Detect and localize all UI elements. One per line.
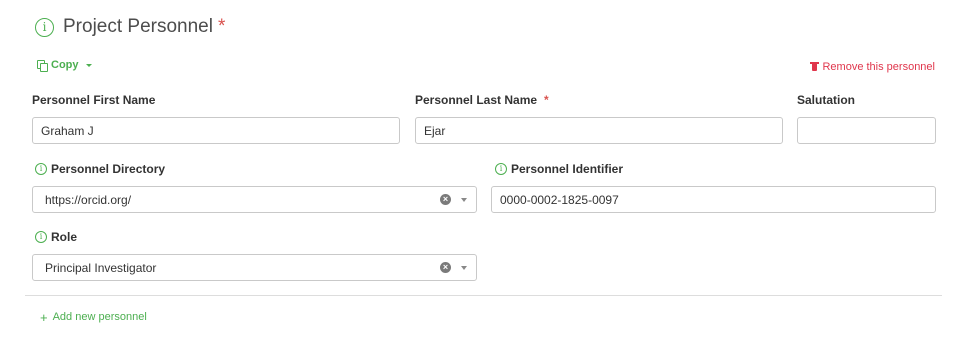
identifier-value: 0000-0002-1825-0097 [500,192,619,207]
last-name-value: Ejar [424,123,446,138]
required-marker: * [544,93,549,107]
role-label: i Role [35,229,77,245]
role-label-text: Role [51,230,78,244]
divider [25,295,942,296]
directory-label-text: Personnel Directory [51,162,166,176]
first-name-field[interactable]: Graham J [32,117,400,144]
salutation-label: Salutation [797,92,855,108]
copy-label: Copy [51,59,79,71]
clear-icon[interactable]: × [440,194,451,205]
role-select[interactable]: Principal Investigator × [32,254,477,281]
last-name-label-text: Personnel Last Name [415,93,538,107]
info-icon[interactable]: i [35,17,54,37]
required-marker: * [217,16,226,37]
role-value: Principal Investigator [45,260,157,275]
remove-personnel-button[interactable]: Remove this personnel [810,60,935,73]
identifier-field[interactable]: 0000-0002-1825-0097 [491,186,936,213]
plus-icon: + [40,309,48,325]
directory-value: https://orcid.org/ [45,192,132,207]
identifier-label: i Personnel Identifier [495,161,623,177]
first-name-value: Graham J [41,123,94,138]
salutation-label-text: Salutation [797,93,856,107]
directory-label: i Personnel Directory [35,161,165,177]
info-icon[interactable]: i [35,163,47,175]
remove-personnel-label: Remove this personnel [822,60,935,73]
first-name-label: Personnel First Name [32,92,155,108]
info-icon[interactable]: i [495,163,507,175]
last-name-label: Personnel Last Name * [415,92,549,108]
clear-icon[interactable]: × [440,262,451,273]
chevron-down-icon[interactable] [461,197,467,202]
copy-icon [37,59,48,72]
add-personnel-button[interactable]: + Add new personnel [40,310,147,324]
info-icon[interactable]: i [35,231,47,243]
section-header: i Project Personnel * [35,15,225,39]
trash-icon [810,62,820,71]
section-title: Project Personnel [63,16,213,37]
copy-button[interactable]: Copy [37,58,92,72]
chevron-down-icon [85,63,92,67]
directory-select[interactable]: https://orcid.org/ × [32,186,477,213]
salutation-field[interactable] [797,117,936,144]
first-name-label-text: Personnel First Name [32,93,156,107]
last-name-field[interactable]: Ejar [415,117,783,144]
add-personnel-label: Add new personnel [52,311,147,323]
chevron-down-icon[interactable] [461,265,467,270]
identifier-label-text: Personnel Identifier [511,162,624,176]
